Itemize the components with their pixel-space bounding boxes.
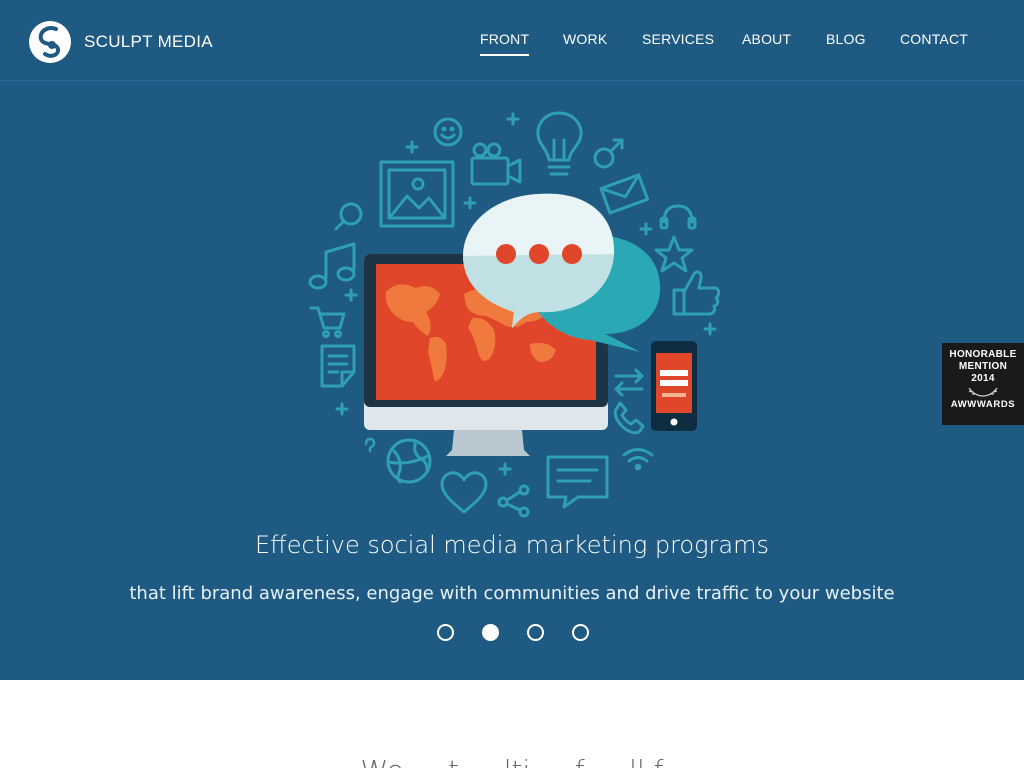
awwwards-badge[interactable]: HONORABLE MENTION 2014 AWWWARDS — [942, 343, 1024, 425]
slide-dot-2[interactable] — [481, 624, 499, 641]
slide-dot-4[interactable] — [571, 624, 589, 641]
header-bar: SCULPT MEDIA FRONT WORK SERVICES ABOUT B… — [0, 0, 1024, 81]
document-icon — [320, 344, 356, 388]
thumbs-up-icon — [672, 270, 721, 316]
badge-brand: AWWWARDS — [950, 399, 1016, 410]
nav-about[interactable]: ABOUT — [742, 31, 791, 47]
slide-dot-3[interactable] — [526, 624, 544, 641]
male-icon — [593, 138, 624, 169]
transfer-icon — [614, 368, 644, 397]
smiley-icon — [433, 117, 463, 147]
wifi-icon — [622, 448, 654, 471]
lightbulb-icon — [536, 111, 583, 176]
cart-icon — [309, 306, 346, 338]
nav-contact[interactable]: CONTACT — [900, 31, 968, 47]
hero-subline: that lift brand awareness, engage with c… — [129, 583, 895, 604]
main-nav: FRONT WORK SERVICES ABOUT BLOG CONTACT — [0, 31, 1024, 61]
search-icon — [334, 202, 363, 231]
nav-front[interactable]: FRONT — [480, 31, 530, 56]
star-icon — [654, 235, 694, 273]
badge-line1: HONORABLE — [949, 349, 1017, 360]
badge-line2: MENTION — [958, 361, 1008, 372]
camera-icon — [470, 142, 522, 186]
phone-icon — [613, 401, 645, 435]
question-icon — [364, 437, 376, 453]
nav-services[interactable]: SERVICES — [642, 31, 714, 47]
slider-dots — [0, 624, 1024, 641]
share-icon — [497, 484, 530, 518]
nav-blog[interactable]: BLOG — [826, 31, 866, 47]
intro-section: We ... t ... lti ... f ... ll f — [0, 680, 1024, 768]
nav-work[interactable]: WORK — [563, 31, 607, 47]
mobile-icon — [651, 341, 697, 431]
heart-icon — [440, 471, 488, 514]
hero-headline: Effective social media marketing program… — [255, 531, 769, 559]
envelope-icon — [599, 173, 650, 215]
headset-icon — [659, 204, 697, 230]
laurel-icon — [968, 387, 998, 397]
hero-illustration — [308, 111, 721, 518]
intro-heading: We ... t ... lti ... f ... ll f — [0, 754, 1024, 768]
image-icon — [379, 160, 455, 228]
chat-icon — [546, 455, 609, 509]
music-icon — [308, 242, 356, 290]
hero-section: SCULPT MEDIA FRONT WORK SERVICES ABOUT B… — [0, 0, 1024, 680]
globe-icon — [386, 438, 432, 484]
badge-year: 2014 — [971, 373, 995, 384]
slide-dot-1[interactable] — [436, 624, 454, 641]
